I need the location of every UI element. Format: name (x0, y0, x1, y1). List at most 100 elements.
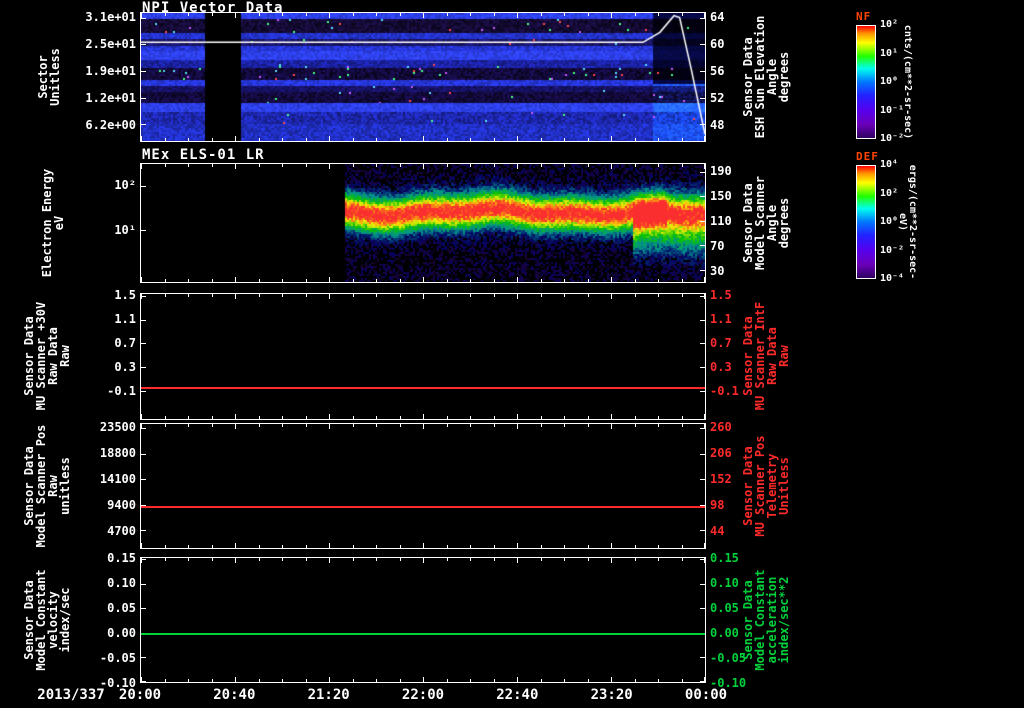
tick-mark (704, 277, 705, 282)
tick-mark (165, 416, 166, 419)
y-tick-left: 0.10 (107, 577, 136, 589)
tick-mark (141, 681, 146, 682)
y-tick-left: -0.1 (107, 385, 136, 397)
tick-mark (700, 71, 705, 72)
y-tick-left: 1.5 (114, 289, 136, 301)
colorbar-tick-label: 10⁰ (880, 216, 898, 228)
tick-mark (400, 416, 401, 419)
tick-mark (564, 545, 565, 548)
tick-mark (400, 545, 401, 548)
tick-mark (306, 679, 307, 682)
tick-mark (494, 294, 495, 297)
tick-mark (141, 428, 146, 429)
tick-mark (141, 657, 146, 658)
y-axis-label-right-acceleration: Sensor Data Model Constant acceleration … (742, 569, 790, 670)
tick-mark (447, 138, 448, 141)
panel-scanner-position (140, 423, 706, 549)
data-line (141, 633, 705, 635)
tick-mark (400, 294, 401, 297)
y-tick-left: 9400 (107, 499, 136, 511)
tick-mark (423, 543, 424, 548)
tick-mark (588, 679, 589, 682)
tick-mark (470, 138, 471, 141)
x-tick-label: 20:40 (213, 689, 255, 701)
tick-mark (423, 164, 424, 169)
tick-mark (165, 558, 166, 561)
tick-mark (700, 608, 705, 609)
tick-mark (611, 277, 612, 282)
y-tick-left: 6.2e+00 (85, 119, 136, 131)
tick-mark (635, 164, 636, 167)
y-tick-left: 14100 (100, 473, 136, 485)
tick-mark (306, 545, 307, 548)
tick-mark (700, 296, 705, 297)
tick-mark (423, 414, 424, 419)
tick-mark (141, 543, 142, 548)
colorbar-nf-title: NF (856, 10, 871, 23)
tick-mark (141, 584, 146, 585)
tick-mark (700, 428, 705, 429)
colorbar-tick-label: 10⁻¹ (880, 105, 904, 117)
y-tick-right: -0.05 (710, 652, 746, 664)
tick-mark (635, 138, 636, 141)
tick-mark (447, 416, 448, 419)
tick-mark (188, 416, 189, 419)
colorbar-def (856, 165, 876, 279)
y-tick-right: -0.1 (710, 385, 739, 397)
tick-mark (700, 172, 705, 173)
tick-mark (212, 164, 213, 167)
y-tick-right: 260 (710, 421, 732, 433)
tick-mark (541, 164, 542, 167)
tick-mark (141, 44, 146, 45)
y-tick-right: 1.5 (710, 289, 732, 301)
tick-mark (588, 416, 589, 419)
tick-mark (611, 558, 612, 563)
tick-mark (682, 13, 683, 16)
tick-mark (141, 530, 146, 531)
y-tick-right: 152 (710, 473, 732, 485)
tick-mark (517, 414, 518, 419)
y-tick-right: 44 (710, 525, 724, 537)
tick-mark (704, 136, 705, 141)
tick-mark (188, 13, 189, 16)
tick-mark (517, 558, 518, 563)
tick-mark (141, 136, 142, 141)
tick-mark (353, 416, 354, 419)
tick-mark (682, 164, 683, 167)
y-tick-left: -0.05 (100, 652, 136, 664)
tick-mark (635, 545, 636, 548)
tick-mark (282, 558, 283, 561)
data-line (141, 387, 705, 389)
y-tick-right: 1.1 (710, 313, 732, 325)
tick-mark (212, 138, 213, 141)
tick-mark (212, 545, 213, 548)
tick-mark (141, 230, 146, 231)
panel-mu-scanner-raw (140, 293, 706, 420)
tick-mark (541, 294, 542, 297)
tick-mark (423, 294, 424, 299)
tick-mark (282, 679, 283, 682)
tick-mark (306, 279, 307, 282)
tick-mark (212, 13, 213, 16)
tick-mark (423, 277, 424, 282)
y-tick-left: 4700 (107, 525, 136, 537)
tick-mark (564, 279, 565, 282)
y-tick-right: 110 (710, 215, 732, 227)
y-tick-left: 1.1 (114, 313, 136, 325)
tick-mark (611, 13, 612, 18)
y-axis-label-left-electron-energy: Electron Energy eV (41, 169, 65, 277)
tick-mark (235, 558, 236, 563)
tick-mark (306, 416, 307, 419)
tick-mark (470, 545, 471, 548)
panel-model-constant (140, 557, 706, 683)
tick-mark (517, 424, 518, 429)
tick-mark (700, 559, 705, 560)
y-tick-left: 10² (114, 179, 136, 191)
tick-mark (282, 279, 283, 282)
tick-mark (517, 136, 518, 141)
tick-mark (141, 277, 142, 282)
tick-mark (165, 13, 166, 16)
tick-mark (306, 164, 307, 167)
y-tick-right: 60 (710, 38, 724, 50)
tick-mark (400, 13, 401, 16)
